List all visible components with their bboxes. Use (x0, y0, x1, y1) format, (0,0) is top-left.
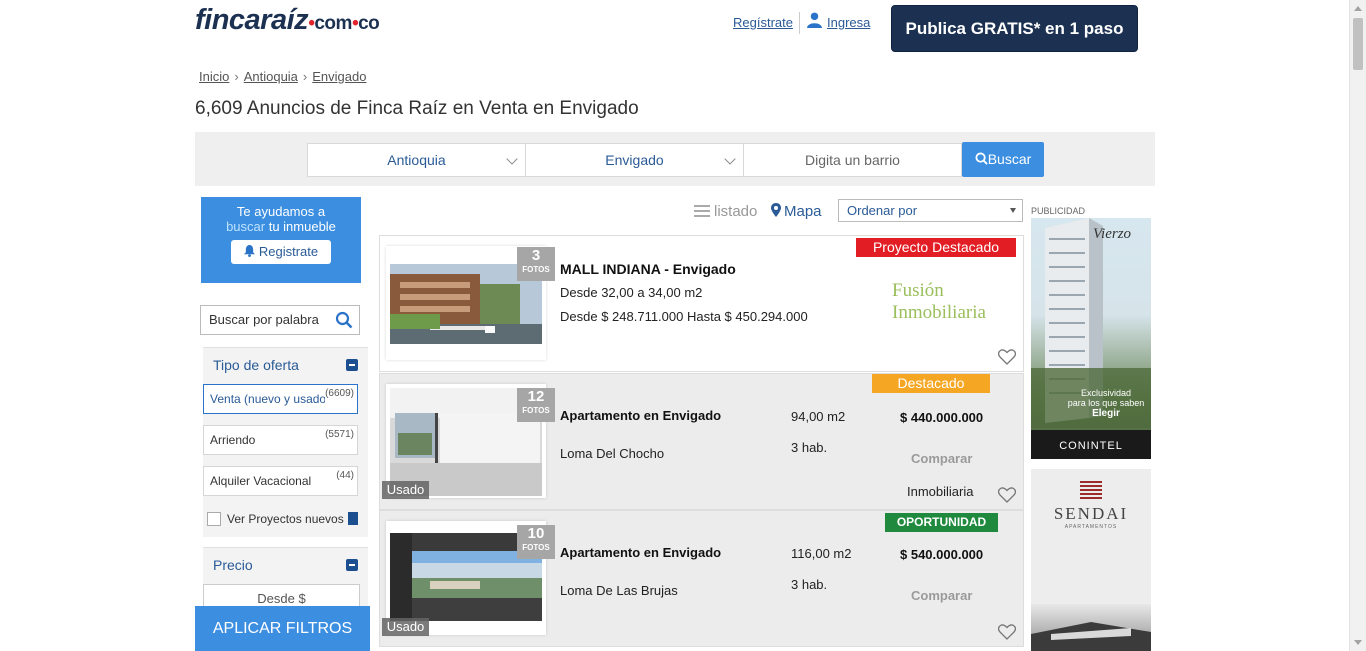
map-pin-icon (771, 203, 781, 217)
sendai-logo-icon (1080, 481, 1102, 499)
photo-count-badge: 3 FOTOS (517, 247, 555, 281)
ad-building-image (1031, 622, 1151, 651)
featured-ribbon: Destacado (872, 374, 990, 393)
help-line: Te ayudamos a (236, 204, 326, 219)
ad-banner-building[interactable] (1031, 604, 1151, 651)
login-link[interactable]: Ingresa (806, 11, 870, 30)
map-view-toggle[interactable]: Mapa (771, 203, 822, 220)
listing-price: $ 540.000.000 (900, 547, 984, 562)
listing-card[interactable]: 10 FOTOS Usado OPORTUNIDAD Apartamento en… (379, 510, 1024, 647)
favorite-heart-icon[interactable] (998, 487, 1016, 503)
advertising-label: PUBLICIDAD (1031, 206, 1086, 216)
building-icon (347, 512, 358, 525)
condition-badge: Usado (382, 618, 429, 636)
search-icon (975, 152, 988, 165)
help-line-2: buscar tu inmueble (226, 219, 336, 234)
listing-rooms: 3 hab. (791, 440, 828, 455)
search-icon[interactable] (335, 311, 353, 329)
listing-neighborhood: Loma Del Chocho (560, 446, 665, 461)
price-header[interactable]: Precio (203, 548, 368, 582)
listing-title[interactable]: Apartamento en Envigado (560, 408, 721, 423)
breadcrumb-envigado[interactable]: Envigado (312, 69, 366, 84)
listing-title[interactable]: MALL INDIANA - Envigado (560, 261, 736, 277)
department-select[interactable]: Antioquia (307, 143, 526, 177)
listing-card[interactable]: 12 FOTOS Usado Destacado Apartamento en E… (379, 373, 1024, 510)
breadcrumb: Inicio › Antioquia › Envigado (199, 69, 367, 84)
scrollbar-thumb[interactable] (1353, 18, 1363, 70)
ad-brand: SENDAI (1053, 504, 1129, 523)
page-title: 6,609 Anuncios de Finca Raíz en Venta en… (195, 98, 639, 119)
collapse-icon[interactable] (346, 359, 358, 371)
help-search-box: Te ayudamos a buscar tu inmueble Registr… (201, 197, 361, 283)
collapse-icon[interactable] (346, 559, 358, 571)
listing-area: 116,00 m2 (791, 546, 852, 561)
page: fincaraíz•com•co Regístrate Ingresa Publ… (0, 0, 1366, 651)
search-bar: Antioquia Envigado Digita un barrio Busc… (195, 132, 1155, 186)
barrio-input[interactable]: Digita un barrio (743, 143, 962, 177)
listing-area-range: Desde 32,00 a 34,00 m2 (560, 285, 703, 300)
help-register-button[interactable]: Registrate (231, 240, 331, 264)
breadcrumb-inicio[interactable]: Inicio (199, 69, 229, 84)
register-link[interactable]: Regístrate (733, 15, 793, 30)
offer-option-arriendo[interactable]: Arriendo (5571) (203, 425, 358, 455)
listing-rooms: 3 hab. (791, 577, 828, 592)
list-icon (694, 205, 710, 217)
listing-area: 94,00 m2 (791, 409, 846, 424)
ad-brand: Vierzo (1093, 226, 1132, 242)
user-icon (807, 12, 822, 28)
city-select[interactable]: Envigado (525, 143, 744, 177)
checkbox[interactable] (207, 512, 221, 526)
chevron-down-icon (724, 153, 736, 165)
photo-count-badge: 10 FOTOS (517, 525, 555, 559)
scroll-down-arrow-icon[interactable] (1354, 640, 1362, 645)
ad-building-image (1031, 218, 1151, 459)
scroll-up-arrow-icon[interactable] (1354, 6, 1362, 11)
list-view-toggle[interactable]: listado (694, 203, 757, 220)
offer-type-header[interactable]: Tipo de oferta (203, 348, 368, 382)
agency-name[interactable]: Inmobiliaria (907, 484, 973, 499)
listing-title[interactable]: Apartamento en Envigado (560, 545, 721, 560)
ad-sub: APARTAMENTOS (1064, 524, 1118, 530)
condition-badge: Usado (382, 481, 429, 499)
chevron-down-icon (506, 153, 518, 165)
photo-count-badge: 12 FOTOS (517, 388, 555, 422)
ad-banner-sendai[interactable]: SENDAI APARTAMENTOS (1031, 469, 1151, 604)
bell-icon (243, 245, 255, 257)
offer-option-venta[interactable]: Venta (nuevo y usado) (6609) (203, 384, 358, 414)
apply-filters-button[interactable]: APLICAR FILTROS (195, 606, 370, 651)
compare-button[interactable]: Comparar (911, 451, 972, 466)
listing-card[interactable]: 3 FOTOS Proyecto Destacado MALL INDIANA -… (379, 235, 1024, 372)
search-button[interactable]: Buscar (962, 142, 1044, 177)
breadcrumb-antioquia[interactable]: Antioquia (244, 69, 298, 84)
listing-photo-frame[interactable]: 3 FOTOS (386, 246, 555, 360)
ad-copy: Exclusividad para los que saben Elegir (1067, 388, 1145, 419)
sort-select[interactable]: Ordenar por (838, 199, 1023, 222)
favorite-heart-icon[interactable] (998, 349, 1016, 365)
dropdown-arrow-icon (1010, 208, 1016, 213)
agency-logo[interactable]: Fusión Inmobiliaria (892, 280, 1023, 324)
vertical-scrollbar[interactable] (1349, 0, 1366, 651)
compare-button[interactable]: Comparar (911, 588, 972, 603)
listing-price: $ 440.000.000 (900, 410, 984, 425)
offer-option-alquiler[interactable]: Alquiler Vacacional (44) (203, 466, 358, 496)
new-projects-checkbox[interactable]: Ver Proyectos nuevos (207, 512, 358, 526)
favorite-heart-icon[interactable] (998, 624, 1016, 640)
featured-project-ribbon: Proyecto Destacado (856, 238, 1016, 257)
header-divider (799, 12, 800, 34)
listing-neighborhood: Loma De Las Brujas (560, 583, 678, 598)
opportunity-ribbon: OPORTUNIDAD (885, 513, 998, 532)
ad-company: CONINTEL (1059, 440, 1123, 452)
site-logo[interactable]: fincaraíz•com•co (195, 4, 380, 37)
publish-free-button[interactable]: Publica GRATIS* en 1 paso (891, 5, 1138, 52)
ad-banner-vierzo[interactable]: Vierzo Exclusividad para los que saben Ele… (1031, 218, 1151, 459)
listing-price-range: Desde $ 248.711.000 Hasta $ 450.294.000 (560, 309, 808, 324)
keyword-search-input[interactable]: Buscar por palabra (200, 305, 360, 335)
